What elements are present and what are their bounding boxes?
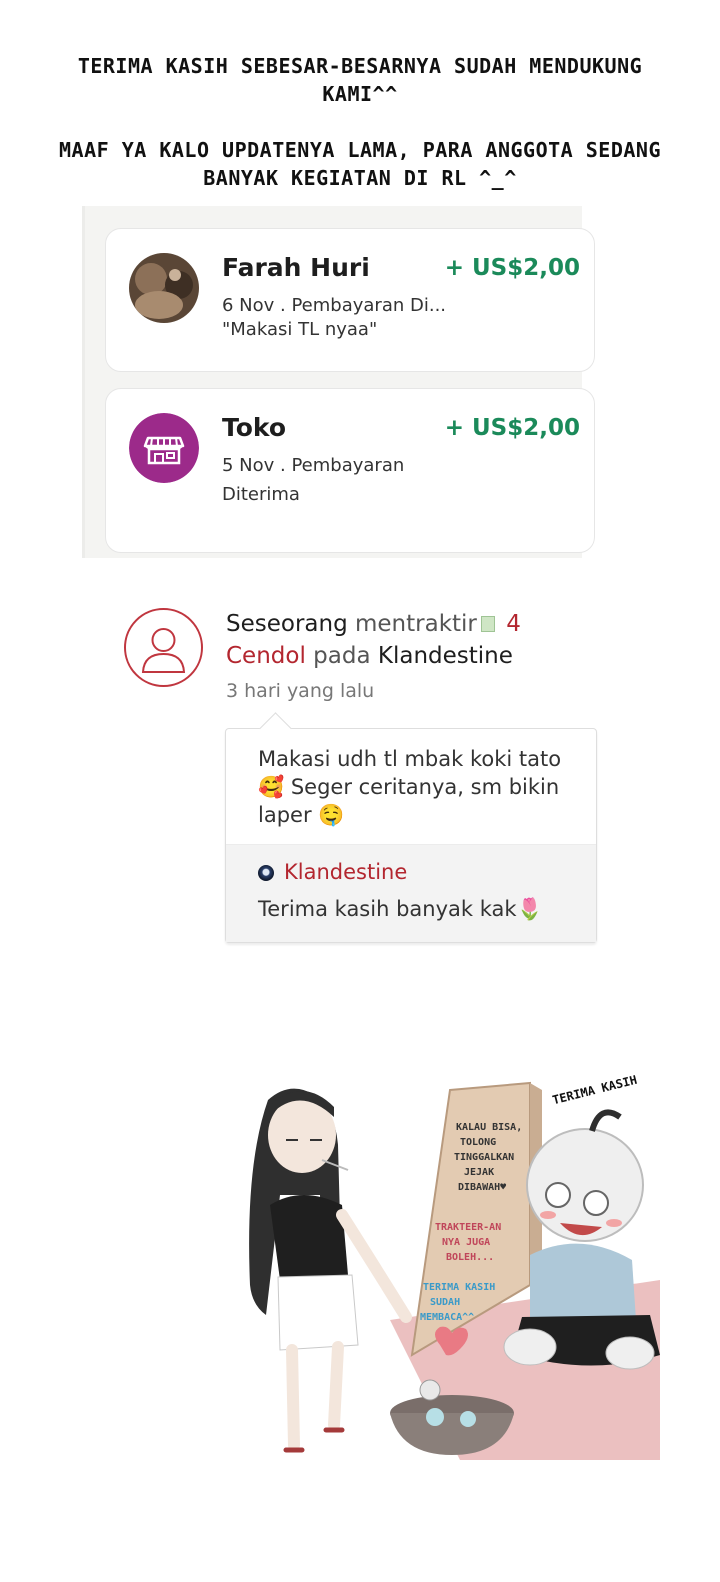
apology-line: MAAF YA KALO UPDATENYA LAMA, PARA ANGGOT… <box>59 138 661 190</box>
notification-actor: Seseorang <box>226 611 348 637</box>
person-silhouette-icon <box>141 628 186 673</box>
cendol-icon <box>480 616 495 632</box>
creator-avatar-icon <box>258 865 274 881</box>
message-box: Makasi udh tl mbak koki tato 🥰 Seger cer… <box>225 728 597 943</box>
payment-card[interactable]: Farah Huri + US$2,00 6 Nov . Pembayaran … <box>105 228 595 372</box>
payer-name: Farah Huri <box>222 253 370 282</box>
store-icon <box>129 413 199 483</box>
thanks-line: TERIMA KASIH SEBESAR-BESARNYA SUDAH MEND… <box>77 54 643 106</box>
thanks-header: TERIMA KASIH SEBESAR-BESARNYA SUDAH MEND… <box>40 52 680 220</box>
sign-top-text: TERIMA KASIH <box>551 1073 639 1108</box>
donor-message: Makasi udh tl mbak koki tato 🥰 Seger cer… <box>258 747 562 827</box>
payer-name: Toko <box>222 413 287 442</box>
payment-amount: + US$2,00 <box>444 255 580 281</box>
avatar <box>129 253 199 323</box>
chibi-characters-illustration: KALAU BISA, TOLONG TINGGALKAN JEJAK DIBA… <box>249 1073 660 1460</box>
notification-preposition: pada <box>313 643 371 669</box>
notification-target[interactable]: Klandestine <box>378 643 513 669</box>
payment-card[interactable]: Toko + US$2,00 5 Nov . Pembayaran Diteri… <box>105 388 595 553</box>
reply-author-name: Klandestine <box>284 860 408 884</box>
payment-meta: 6 Nov . Pembayaran Di... <box>222 295 447 316</box>
payment-amount: + US$2,00 <box>444 415 580 441</box>
payments-panel: Farah Huri + US$2,00 6 Nov . Pembayaran … <box>82 206 595 558</box>
notification-text: Seseorang mentraktir 4 Cendol pada Kland… <box>226 608 586 672</box>
reply-area: Klandestine Terima kasih banyak kak🌷 <box>226 844 596 942</box>
reply-author[interactable]: Klandestine <box>258 860 407 884</box>
notification-count: 4 <box>506 611 521 637</box>
anonymous-avatar <box>124 608 203 687</box>
notification-action: mentraktir <box>355 611 477 637</box>
notification-item: Cendol <box>226 643 306 669</box>
payment-note: "Makasi TL nyaa" <box>222 319 378 340</box>
avatar <box>129 413 199 483</box>
notification-time: 3 hari yang lalu <box>226 680 375 702</box>
user-photo-icon <box>129 253 199 323</box>
reply-text: Terima kasih banyak kak🌷 <box>258 897 543 921</box>
thank-you-illustration: KALAU BISA, TOLONG TINGGALKAN JEJAK DIBA… <box>230 1055 680 1495</box>
payment-meta: 5 Nov . Pembayaran Diterima <box>222 455 405 505</box>
